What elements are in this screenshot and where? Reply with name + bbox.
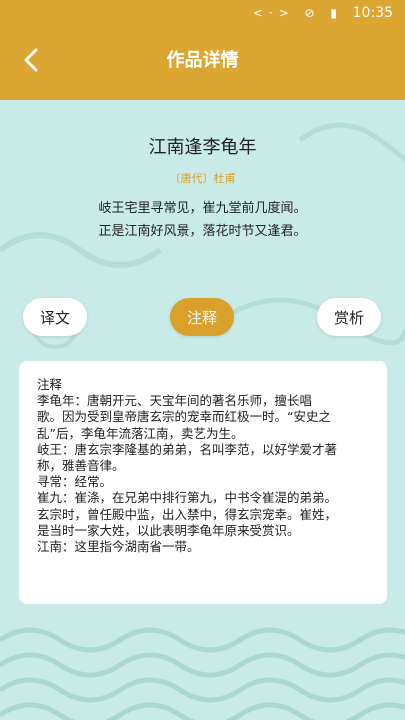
annotation-line: 寻常：经常。 [37, 474, 113, 490]
annotation-line: 歌。因为受到皇帝唐玄宗的宠幸而红极一时。“安史之 [37, 409, 331, 425]
tab-translation[interactable]: 译文 [23, 298, 87, 336]
annotation-line: 乱”后，李龟年流落江南，卖艺为生。 [37, 425, 244, 441]
poem-title: 江南逢李龟年 [148, 137, 257, 158]
annotation-line: 是当时一家大姓，以此表明李龟年原来受赏识。 [37, 522, 300, 538]
annotation-line: 江南：这里指今湖南省一带。 [37, 539, 200, 555]
annotation-line: 岐王：唐玄宗李隆基的弟弟，名叫李范，以好学爱才著 [37, 441, 338, 457]
annotation-line: 玄宗时，曾任殿中监，出入禁中，得玄宗宠幸。崔姓， [37, 506, 338, 522]
annotation-card: 注释 李龟年：唐朝开元、天宝年间的著名乐师，擅长唱 歌。因为受到皇帝唐玄宗的宠幸… [19, 361, 387, 604]
poem-line: 岐王宅里寻常见，崔九堂前几度闻。 [98, 201, 307, 216]
annotation-line: 李龟年：唐朝开元、天宝年间的著名乐师，擅长唱 [37, 393, 313, 409]
poem-author: 〔唐代〕杜甫 [169, 172, 236, 185]
tab-appreciation[interactable]: 赏析 [317, 298, 381, 336]
annotation-line: 崔九：崔涤，在兄弟中排行第九，中书令崔湜的弟弟。 [37, 490, 338, 506]
status-time: 10:35 [352, 5, 393, 21]
poem-line: 正是江南好风景，落花时节又逢君。 [98, 224, 307, 239]
annotation-line: 注释 [37, 377, 63, 392]
tab-annotation[interactable]: 注释 [170, 298, 234, 336]
status-icons: <·> ⊘ ▮ [252, 6, 343, 20]
status-bar: <·> ⊘ ▮ 10:35 [0, 0, 405, 28]
page-title: 作品详情 [166, 50, 239, 71]
annotation-line: 称，雅善音律。 [37, 458, 125, 474]
app-bar: 作品详情 [0, 28, 405, 100]
wave-pattern-bottom [0, 627, 405, 720]
